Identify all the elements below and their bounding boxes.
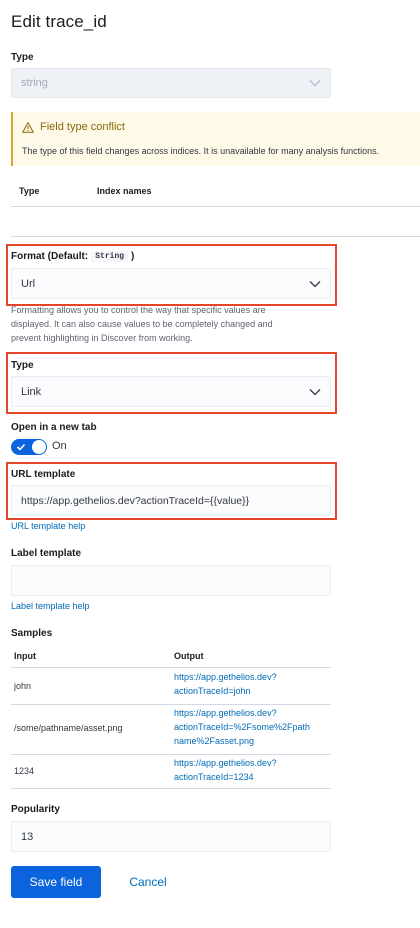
- type-select: string: [11, 68, 331, 98]
- label-template-input[interactable]: [11, 565, 331, 596]
- page-title: Edit trace_id: [11, 12, 107, 31]
- samples-label: Samples: [11, 628, 53, 639]
- sample-output-link[interactable]: https://app.gethelios.dev? actionTraceId…: [174, 756, 277, 784]
- divider: [11, 704, 331, 705]
- chevron-down-icon: [309, 280, 321, 287]
- chevron-down-icon: [309, 80, 321, 87]
- label-template-label: Label template: [11, 548, 82, 559]
- type-label: Type: [11, 52, 34, 63]
- conflict-header-index-names: Index names: [97, 186, 152, 196]
- url-template-label: URL template: [11, 469, 76, 480]
- format-label: Format (Default: String ): [11, 251, 135, 262]
- new-tab-label: Open in a new tab: [11, 422, 97, 433]
- type-select-value: string: [21, 77, 48, 89]
- divider: [11, 236, 420, 237]
- new-tab-toggle[interactable]: [11, 439, 47, 455]
- divider: [11, 754, 331, 755]
- divider: [11, 206, 420, 207]
- popularity-input[interactable]: 13: [11, 821, 331, 852]
- field-type-conflict-callout: Field type conflict The type of this fie…: [11, 112, 420, 166]
- cancel-button[interactable]: Cancel: [116, 866, 180, 898]
- sample-output-link[interactable]: https://app.gethelios.dev? actionTraceId…: [174, 706, 310, 748]
- sample-output-link[interactable]: https://app.gethelios.dev? actionTraceId…: [174, 670, 277, 698]
- label-template-help-link[interactable]: Label template help: [11, 601, 90, 611]
- format-select[interactable]: Url: [11, 268, 331, 299]
- link-type-label: Type: [11, 360, 34, 371]
- warning-icon: [22, 121, 34, 133]
- format-select-value: Url: [21, 277, 36, 290]
- divider: [11, 667, 331, 668]
- link-type-select-value: Link: [21, 385, 42, 398]
- default-format-code: String: [91, 251, 129, 262]
- samples-header-input: Input: [14, 651, 36, 661]
- sample-input: 1234: [14, 766, 35, 776]
- callout-title: Field type conflict: [40, 121, 125, 133]
- save-field-button[interactable]: Save field: [11, 866, 101, 898]
- url-template-help-link[interactable]: URL template help: [11, 521, 85, 531]
- link-type-select[interactable]: Link: [11, 376, 331, 407]
- popularity-value: 13: [21, 830, 34, 843]
- new-tab-state: On: [52, 440, 67, 452]
- chevron-down-icon: [309, 388, 321, 395]
- divider: [11, 788, 331, 789]
- format-help-text: Formatting allows you to control the way…: [11, 305, 273, 343]
- callout-body: The type of this field changes across in…: [22, 146, 380, 156]
- sample-input: john: [14, 681, 32, 691]
- samples-header-output: Output: [174, 651, 204, 661]
- sample-input: /some/pathname/asset.png: [14, 723, 123, 733]
- url-template-input[interactable]: https://app.gethelios.dev?actionTraceId=…: [11, 485, 331, 516]
- conflict-header-type: Type: [19, 186, 40, 196]
- popularity-label: Popularity: [11, 804, 60, 815]
- url-template-value: https://app.gethelios.dev?actionTraceId=…: [21, 494, 250, 507]
- check-icon: [16, 443, 26, 451]
